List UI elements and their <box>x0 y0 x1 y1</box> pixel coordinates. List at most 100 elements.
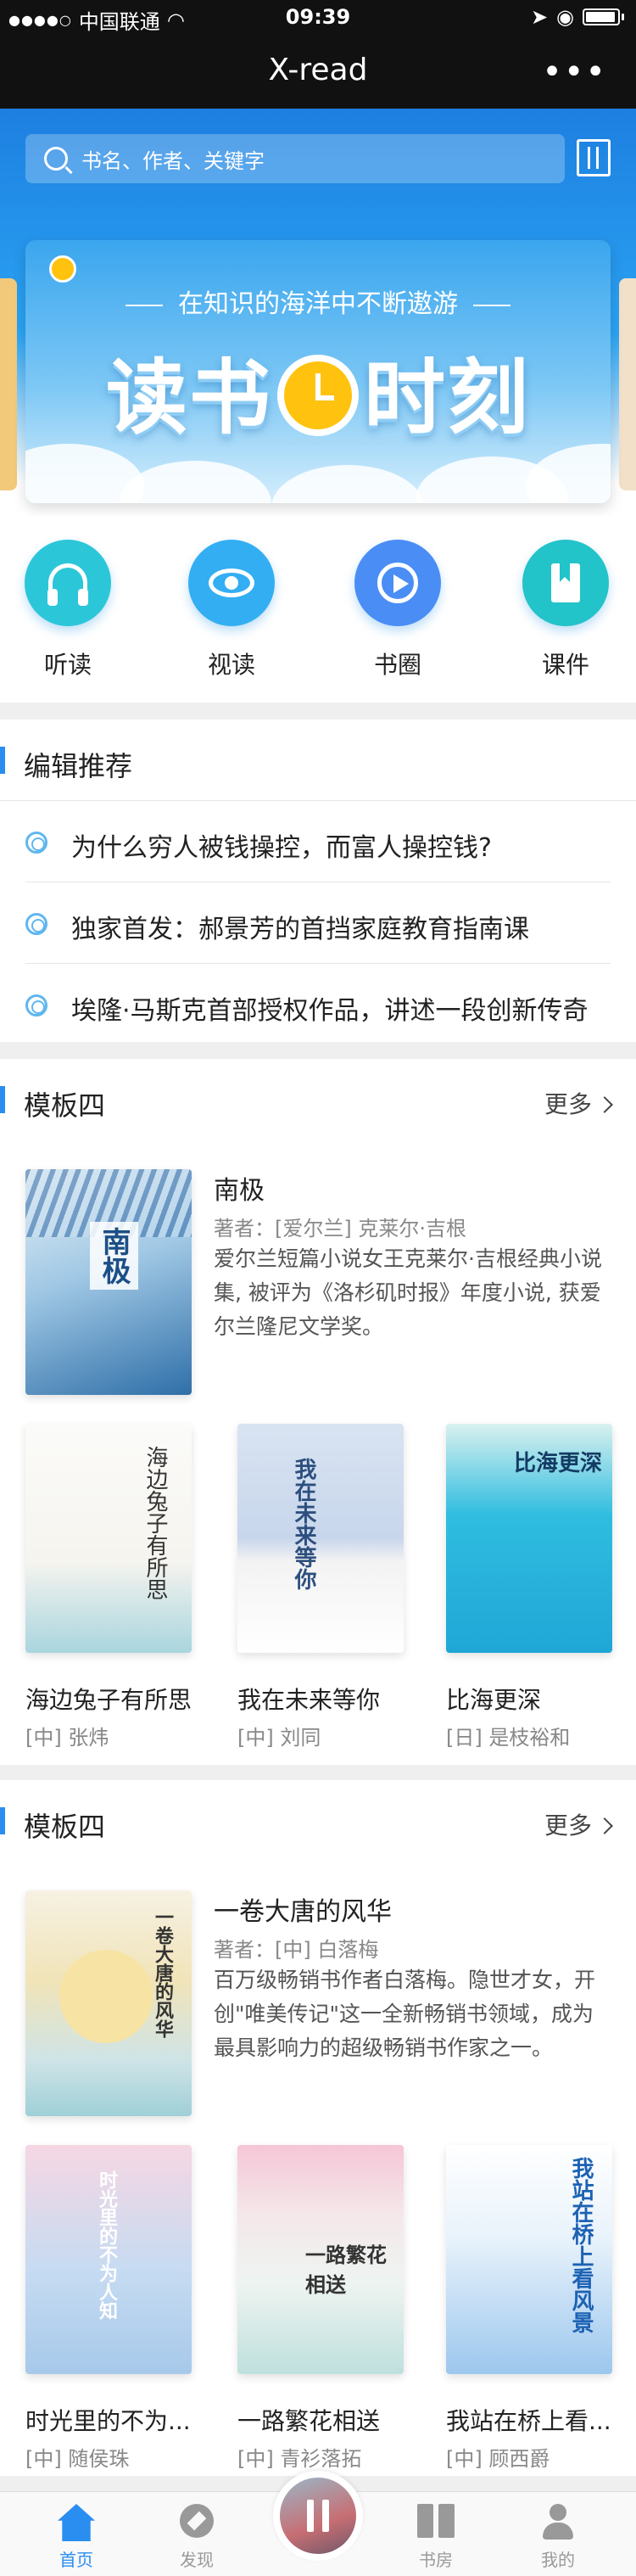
book-cover: 我在未来等你 <box>237 1424 404 1653</box>
book-module: 模板四 更多 南极 南极 著者：[爱尔兰] 克莱尔·吉根 爱尔兰短篇小说女王克莱… <box>0 1059 636 1765</box>
cover-title: 时光里的不为人知 <box>96 2170 118 2320</box>
book-title: 一卷大唐的风华 <box>214 1897 392 1927</box>
section-header: 模板四 更多 <box>0 1059 636 1152</box>
banner-title: 读书 时刻 <box>25 332 611 450</box>
editor-picks-section: 编辑推荐 为什么穷人被钱操控，而富人操控钱? 独家首发：郝景芳的首挡家庭教育指南… <box>0 720 636 1042</box>
banner-title-right: 时刻 <box>364 350 530 445</box>
quick-nav: 听读 视读 书圈 课件 <box>0 516 636 703</box>
tab-me[interactable]: 我的 <box>516 2497 600 2571</box>
chevron-right-icon <box>596 1817 613 1834</box>
featured-book[interactable]: 南极 南极 著者：[爱尔兰] 克莱尔·吉根 爱尔兰短篇小说女王克莱尔·吉根经典小… <box>25 1152 611 1407</box>
page-title: X-read <box>268 53 368 87</box>
list-item-text: 为什么穷人被钱操控，而富人操控钱? <box>71 833 492 863</box>
eye-icon <box>188 540 275 626</box>
more-link[interactable]: 更多 <box>544 1086 613 1120</box>
now-playing-button[interactable] <box>273 2471 363 2561</box>
cover-title: 我站在桥上看风景 <box>568 2157 594 2333</box>
clock-icon <box>277 354 359 436</box>
quick-item-label: 听读 <box>43 651 92 679</box>
book-title: 南极 <box>214 1176 265 1206</box>
search-input[interactable]: 书名、作者、关键字 <box>25 134 565 183</box>
cloud-decoration <box>271 465 424 503</box>
cover-title: 一卷大唐的风华 <box>152 1907 174 2038</box>
bookmark-icon <box>522 540 609 626</box>
banner-next-peek[interactable] <box>619 278 636 490</box>
promo-banner[interactable]: 在知识的海洋中不断遨游 读书 时刻 <box>25 240 611 503</box>
status-right: ➤ ◉ <box>531 5 624 29</box>
tab-label: 首页 <box>59 2550 93 2570</box>
banner-slogan: 在知识的海洋中不断遨游 <box>25 283 611 320</box>
book-cover: 比海更深 <box>446 1424 612 1653</box>
quick-item-courseware[interactable]: 课件 <box>502 540 629 680</box>
alarm-icon: ◉ <box>556 5 574 29</box>
book-title: 我站在桥上看... <box>446 2407 611 2435</box>
cover-title: 我在未来等你 <box>291 1458 316 1590</box>
book-author: [中] 刘同 <box>237 1726 321 1750</box>
audio-ring-icon <box>25 994 47 1016</box>
home-icon <box>58 2504 95 2541</box>
book-cover: 南极 <box>25 1169 192 1395</box>
cloud-decoration <box>119 461 271 503</box>
section-header: 编辑推荐 <box>0 720 636 801</box>
battery-tip <box>622 14 624 20</box>
banner-prev-peek[interactable] <box>0 278 17 490</box>
quick-item-label: 课件 <box>541 651 589 679</box>
tab-label: 发现 <box>180 2550 214 2570</box>
hero-header: 书名、作者、关键字 在知识的海洋中不断遨游 读书 时刻 <box>0 109 636 516</box>
headphones-icon <box>25 540 111 626</box>
section-accent-bar <box>0 1807 5 1834</box>
section-title: 模板四 <box>24 1089 106 1122</box>
list-item[interactable]: 为什么穷人被钱操控，而富人操控钱? <box>25 801 611 882</box>
quick-item-watch[interactable]: 视读 <box>168 540 295 680</box>
cloud-decoration <box>526 444 611 503</box>
book-title: 我在未来等你 <box>237 1686 381 1714</box>
tab-label: 我的 <box>541 2550 575 2570</box>
cover-title: 海边兔子有所思 <box>142 1446 168 1600</box>
cover-moon <box>59 1950 153 2043</box>
section-accent-bar <box>0 747 5 774</box>
book-author: 著者：[中] 白落梅 <box>214 1938 379 1962</box>
section-header: 模板四 更多 <box>0 1780 636 1873</box>
list-item[interactable]: 埃隆·马斯克首部授权作品，讲述一段创新传奇 <box>25 964 611 1045</box>
book-grid: 时光里的不为人知 时光里的不为... [中] 随侯珠 一路繁花相送 一路繁花相送… <box>25 2145 612 2518</box>
status-bar: ●●●●○ 中国联通 ◠ 09:39 ➤ ◉ <box>0 0 636 34</box>
tab-study[interactable]: 书房 <box>393 2497 478 2571</box>
quick-item-label: 视读 <box>207 651 255 679</box>
book-module: 模板四 更多 一卷大唐的风华 一卷大唐的风华 著者：[中] 白落梅 百万级畅销书… <box>0 1780 636 2476</box>
book-grid: 海边兔子有所思 海边兔子有所思 [中] 张炜 我在未来等你 我在未来等你 [中]… <box>25 1424 612 1797</box>
play-icon <box>354 540 441 626</box>
more-menu-button[interactable]: ••• <box>542 53 607 92</box>
more-link[interactable]: 更多 <box>544 1807 613 1841</box>
more-link-label: 更多 <box>544 1812 592 1840</box>
book-author: [日] 是枝裕和 <box>446 1726 571 1750</box>
quick-item-circle[interactable]: 书圈 <box>334 540 461 680</box>
book-title: 时光里的不为... <box>25 2407 191 2435</box>
section-title: 模板四 <box>24 1811 106 1843</box>
more-link-label: 更多 <box>544 1090 592 1118</box>
tab-home[interactable]: 首页 <box>34 2497 119 2571</box>
list-item[interactable]: 独家首发：郝景芳的首挡家庭教育指南课 <box>25 882 611 964</box>
banner-title-left: 读书 <box>106 350 272 445</box>
tab-discover[interactable]: 发现 <box>154 2497 239 2571</box>
book-cover: 我站在桥上看风景 <box>446 2145 612 2374</box>
cover-title: 南极 <box>90 1222 138 1290</box>
book-author: [中] 随侯珠 <box>25 2447 130 2471</box>
quick-item-listen[interactable]: 听读 <box>4 540 131 680</box>
banner-slogan-text: 在知识的海洋中不断遨游 <box>178 289 458 319</box>
quick-item-label: 书圈 <box>373 651 421 679</box>
book-cover: 一卷大唐的风华 <box>25 1890 192 2116</box>
search-icon <box>44 147 68 171</box>
book-cover: 一路繁花相送 <box>237 2145 404 2374</box>
book-author: [中] 张炜 <box>25 1726 109 1750</box>
book-cover: 海边兔子有所思 <box>25 1424 192 1653</box>
book-author: [中] 青衫落拓 <box>237 2447 362 2471</box>
featured-book[interactable]: 一卷大唐的风华 一卷大唐的风华 著者：[中] 白落梅 百万级畅销书作者白落梅。隐… <box>25 1873 611 2128</box>
tab-label: 书房 <box>419 2550 453 2570</box>
audio-ring-icon <box>25 832 47 854</box>
book-title: 海边兔子有所思 <box>25 1686 192 1714</box>
book-author: 著者：[爱尔兰] 克莱尔·吉根 <box>214 1217 466 1240</box>
chevron-right-icon <box>596 1096 613 1113</box>
top-bar: ●●●●○ 中国联通 ◠ 09:39 ➤ ◉ X-read ••• <box>0 0 636 109</box>
search-placeholder: 书名、作者、关键字 <box>81 148 265 173</box>
scan-icon[interactable] <box>577 139 611 176</box>
